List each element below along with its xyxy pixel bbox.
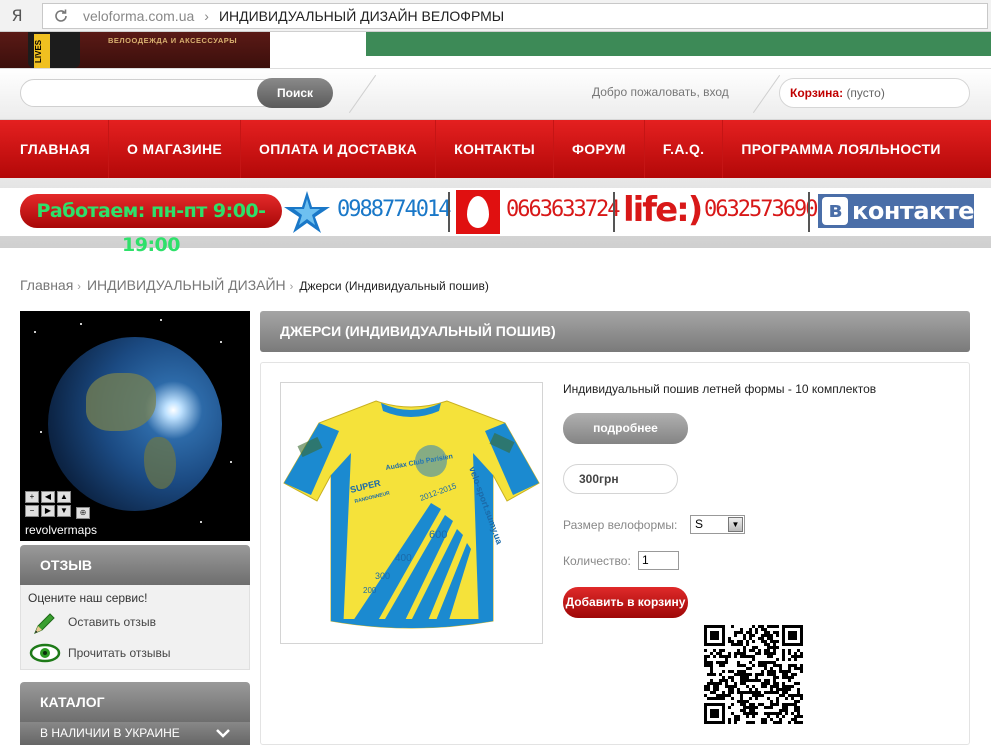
chevron-down-icon: ▼ (728, 517, 743, 532)
revolvermaps-widget[interactable]: + ◀ ▲ − ▶ ▼ ⊕ revolvermaps (20, 311, 250, 541)
phone-life[interactable]: 0632573690 (704, 197, 818, 222)
nav-item-loyalty[interactable]: ПРОГРАММА ЛОЯЛЬНОСТИ (723, 120, 958, 178)
size-select[interactable]: S ▼ (690, 515, 745, 534)
search-button[interactable]: Поиск (257, 78, 333, 108)
divider (448, 192, 450, 232)
welcome-login-link[interactable]: Добро пожаловать, вход (592, 85, 729, 99)
reload-icon[interactable] (51, 6, 71, 26)
jersey-300-text: 300 (375, 571, 390, 581)
chevron-down-icon (216, 729, 230, 738)
jersey-600-text: 600 (429, 529, 447, 541)
divider (348, 74, 377, 114)
site-banner: LIVES ВЕЛООДЕЖДА И АКСЕССУАРЫ (0, 32, 991, 68)
kyivstar-star-icon (284, 191, 330, 233)
qr-code-icon (704, 625, 803, 724)
address-separator: › (204, 8, 209, 24)
divider (808, 192, 810, 232)
reset-view-icon[interactable]: ⊕ (76, 507, 90, 519)
cart-label: Корзина: (790, 86, 844, 100)
address-bar[interactable]: veloforma.com.ua › ИНДИВИДУАЛЬНЫЙ ДИЗАЙН… (42, 3, 988, 29)
zoom-out-icon[interactable]: − (25, 505, 39, 517)
rotate-left-icon[interactable]: ◀ (41, 491, 55, 503)
size-label: Размер велоформы: (563, 518, 678, 532)
vkontakte-link[interactable]: в контакте (818, 194, 974, 228)
globe-label[interactable]: revolvermaps (25, 523, 97, 537)
address-domain: veloforma.com.ua (83, 8, 195, 24)
breadcrumb-current: Джерси (Индивидуальный пошив) (299, 279, 489, 293)
leave-review-link[interactable]: Оставить отзыв (68, 615, 156, 629)
breadcrumb: Главная › ИНДИВИДУАЛЬНЫЙ ДИЗАЙН › Джерси (Ин… (20, 277, 489, 293)
add-to-cart-button[interactable]: Добавить в корзину (563, 587, 688, 618)
jersey-400-text: 400 (395, 553, 412, 564)
quantity-input[interactable]: 1 (638, 551, 679, 570)
globe-controls: + ◀ ▲ − ▶ ▼ (25, 491, 71, 517)
product-price: 300грн (563, 464, 678, 494)
quantity-label: Количество: (563, 554, 631, 568)
nav-item-payment-delivery[interactable]: ОПЛАТА И ДОСТАВКА (241, 120, 437, 178)
rotate-down-icon[interactable]: ▼ (57, 505, 71, 517)
vk-label: контакте (852, 197, 974, 225)
catalog-item-label: В НАЛИЧИИ В УКРАИНЕ (40, 726, 180, 740)
address-page-title: ИНДИВИДУАЛЬНЫЙ ДИЗАЙН ВЕЛОФРМЫ (218, 8, 505, 24)
nav-item-faq[interactable]: F.A.Q. (645, 120, 724, 178)
phone-mts[interactable]: 0663633724 (506, 197, 620, 222)
search-input[interactable] (20, 79, 270, 107)
breadcrumb-separator: › (289, 281, 294, 293)
logo-tagline: ВЕЛООДЕЖДА И АКСЕССУАРЫ (108, 36, 238, 45)
catalog-item-in-stock[interactable]: В НАЛИЧИИ В УКРАИНЕ (20, 722, 250, 745)
phone-kyivstar[interactable]: 0988774014 (337, 197, 451, 222)
product-title: ДЖЕРСИ (ИНДИВИДУАЛЬНЫЙ ПОШИВ) (260, 311, 970, 352)
cart-value: (пусто) (846, 86, 885, 100)
catalog-header: КАТАЛОГ (20, 682, 250, 722)
breadcrumb-separator: › (77, 281, 81, 293)
banner-decoration (366, 32, 991, 56)
logo-lives-text: LIVES (34, 34, 50, 68)
search-bar: Поиск Добро пожаловать, вход Корзина: (п… (0, 68, 991, 120)
nav-item-contacts[interactable]: КОНТАКТЫ (436, 120, 554, 178)
vk-icon: в (822, 197, 849, 225)
working-hours: Работаем: пн-пт 9:00-19:00 (20, 194, 282, 256)
site-logo[interactable]: LIVES ВЕЛООДЕЖДА И АКСЕССУАРЫ (0, 32, 270, 68)
product-description: Индивидуальный пошив летней формы - 10 к… (563, 382, 877, 396)
jersey-illustration: Audax Club Parisien SUPER RANDONNEUR 201… (283, 400, 540, 629)
contact-strip: Работаем: пн-пт 9:00-19:00 0988774014 06… (0, 188, 991, 256)
eye-icon (29, 643, 61, 663)
feedback-panel: Оцените наш сервис! Оставить отзыв Прочи… (20, 585, 250, 670)
jersey-200-text: 200 (363, 586, 377, 595)
nav-item-forum[interactable]: ФОРУМ (554, 120, 645, 178)
feedback-prompt: Оцените наш сервис! (28, 591, 148, 605)
feedback-header: ОТЗЫВ (20, 545, 250, 585)
divider (613, 192, 615, 232)
yandex-logo[interactable]: Я (0, 6, 34, 25)
main-navigation: ГЛАВНАЯ О МАГАЗИНЕ ОПЛАТА И ДОСТАВКА КОН… (0, 120, 991, 178)
browser-toolbar: Я veloforma.com.ua › ИНДИВИДУАЛЬНЫЙ ДИЗА… (0, 0, 991, 32)
life-logo: life:) (623, 190, 703, 230)
cart-summary[interactable]: Корзина: (пусто) (779, 78, 970, 108)
read-reviews-link[interactable]: Прочитать отзывы (68, 646, 171, 660)
pencil-icon (34, 613, 55, 634)
product-image[interactable]: Audax Club Parisien SUPER RANDONNEUR 201… (280, 382, 543, 644)
breadcrumb-home[interactable]: Главная (20, 277, 73, 293)
divider (752, 74, 781, 114)
globe-image (48, 337, 222, 511)
zoom-in-icon[interactable]: + (25, 491, 39, 503)
rotate-right-icon[interactable]: ▶ (41, 505, 55, 517)
details-button[interactable]: подробнее (563, 413, 688, 444)
nav-item-home[interactable]: ГЛАВНАЯ (0, 120, 110, 178)
contact-banner: Работаем: пн-пт 9:00-19:00 0988774014 06… (0, 178, 991, 256)
rotate-up-icon[interactable]: ▲ (57, 491, 71, 503)
breadcrumb-category[interactable]: ИНДИВИДУАЛЬНЫЙ ДИЗАЙН (87, 277, 286, 293)
mts-logo-icon (456, 190, 500, 234)
size-select-value: S (695, 517, 704, 531)
nav-item-about[interactable]: О МАГАЗИНЕ (109, 120, 242, 178)
